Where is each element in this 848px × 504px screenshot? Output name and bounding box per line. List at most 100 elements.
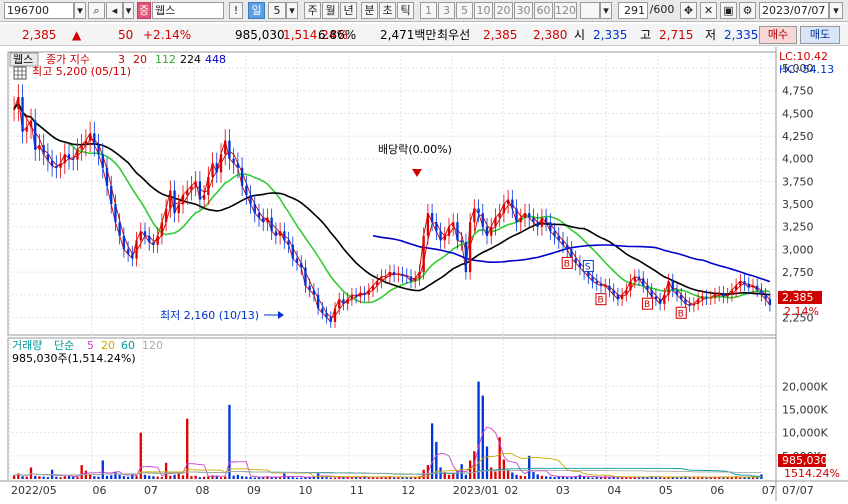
candle-body	[612, 290, 615, 295]
volume-legend-title: 거래량	[12, 339, 42, 352]
interval-1-button[interactable]: 1	[420, 2, 437, 19]
signal-label: B	[644, 300, 650, 310]
candle-body	[131, 253, 134, 259]
open-label: 시	[574, 28, 586, 42]
price-tick-label: 4,250	[782, 130, 814, 143]
chart-area[interactable]: BBSBB 5,000 4,750 4,500 4,250 4,000 3,750 3,50…	[0, 47, 848, 501]
volume-bar	[181, 475, 185, 479]
settings-icon[interactable]: ⚙	[739, 2, 756, 19]
volume-bar	[126, 476, 130, 479]
signal-label: B	[598, 296, 604, 306]
period-tick-button[interactable]: 틱	[397, 2, 414, 19]
candle-body	[511, 199, 514, 209]
price-tick-label: 4,000	[782, 153, 814, 166]
up-arrow-icon: ▲	[72, 28, 82, 42]
hc-value: HC:-54.13	[779, 63, 834, 76]
volume-bar	[566, 477, 569, 479]
grid-toggle-icon[interactable]	[13, 66, 27, 80]
legend-ma-112: 112	[155, 53, 176, 66]
candle-body	[709, 297, 712, 299]
interval-10-button[interactable]: 10	[474, 2, 493, 19]
date-input[interactable]: 2023/07/07	[759, 2, 829, 19]
volume-bar	[202, 476, 206, 479]
interval-dropdown-field[interactable]	[580, 2, 600, 19]
volume-bar	[101, 460, 104, 479]
volume-bar	[105, 475, 109, 479]
volume-bar	[722, 477, 725, 479]
candle-body	[473, 208, 476, 223]
price-tick-label: 3,250	[782, 221, 814, 234]
period-week-button[interactable]: 주	[304, 2, 321, 19]
last-volume-label: 985,030	[782, 454, 828, 467]
volume-current: 985,030주(1,514.24%)	[12, 352, 136, 365]
candle-body	[34, 120, 37, 150]
speaker-dropdown-icon[interactable]: ▾	[123, 2, 134, 19]
candle-body	[207, 176, 210, 195]
candle-body	[376, 281, 379, 286]
candle-body	[346, 299, 349, 304]
candle-body	[253, 204, 256, 214]
volume-bar	[612, 477, 615, 479]
candle-body	[557, 235, 560, 241]
crosshair-icon[interactable]: ✥	[680, 2, 697, 19]
period-count-dropdown-icon[interactable]: ▾	[286, 2, 298, 19]
stock-chart-svg[interactable]: BBSBB 5,0004,7504,5004,2504,0003,7503,50…	[0, 47, 848, 501]
interval-60-button[interactable]: 60	[534, 2, 553, 19]
volume-bar	[29, 467, 33, 479]
candle-body	[67, 154, 71, 159]
candle-body	[578, 263, 582, 268]
candle-body	[110, 185, 113, 205]
count-input[interactable]: 291	[618, 2, 648, 19]
date-tick-label: 12	[401, 484, 415, 497]
period-minute-button[interactable]: 분	[361, 2, 378, 19]
candle-body	[523, 213, 527, 218]
volume-bar	[287, 476, 290, 479]
interval-3-button[interactable]: 3	[438, 2, 455, 19]
date-tick-label: 07	[144, 484, 158, 497]
price-tick-label: 4,500	[782, 107, 814, 120]
candle-body	[236, 163, 240, 168]
save-icon[interactable]: ▣	[720, 2, 737, 19]
period-day-button[interactable]: 일	[248, 2, 265, 19]
sell-button[interactable]: 매도	[800, 26, 840, 44]
candle-body	[405, 275, 408, 277]
interval-5-button[interactable]: 5	[456, 2, 473, 19]
code-dropdown-icon[interactable]: ▾	[74, 2, 86, 19]
interval-120-button[interactable]: 120	[554, 2, 577, 19]
period-second-button[interactable]: 초	[379, 2, 396, 19]
price-tick-label: 3,000	[782, 243, 814, 256]
interval-dropdown-icon[interactable]: ▾	[600, 2, 612, 19]
low-label: 저	[705, 28, 717, 42]
tools-icon[interactable]: ✕	[700, 2, 717, 19]
volume-bar	[253, 477, 256, 479]
stock-code-input[interactable]: 196700	[4, 2, 74, 19]
interval-20-button[interactable]: 20	[494, 2, 513, 19]
volume-ma-60: 60	[121, 339, 135, 352]
price-tick-label: 3,500	[782, 198, 814, 211]
candle-body	[468, 222, 472, 273]
volume-bar	[325, 477, 328, 479]
alert-button[interactable]: !	[229, 2, 243, 19]
candle-body	[447, 226, 451, 236]
candle-body	[768, 299, 772, 306]
search-icon[interactable]: ⌕	[88, 2, 105, 19]
candle-body	[46, 154, 50, 161]
candle-body	[88, 133, 92, 141]
candle-body	[122, 235, 126, 250]
period-year-button[interactable]: 년	[340, 2, 357, 19]
candle-body	[160, 222, 164, 236]
period-month-button[interactable]: 월	[322, 2, 339, 19]
stock-name-field[interactable]: 웹스	[152, 2, 224, 19]
candle-body	[646, 285, 649, 291]
candle-body	[544, 217, 548, 223]
volume-bar	[148, 475, 151, 479]
volume-bar	[511, 472, 514, 479]
candle-body	[228, 140, 231, 159]
buy-button[interactable]: 매수	[759, 26, 797, 44]
interval-30-button[interactable]: 30	[514, 2, 533, 19]
date-dropdown-icon[interactable]: ▾	[829, 2, 843, 19]
speaker-icon[interactable]: ◂	[106, 2, 123, 19]
candle-body	[519, 217, 522, 223]
volume-bar	[152, 476, 155, 479]
period-count-field[interactable]: 5	[268, 2, 286, 19]
